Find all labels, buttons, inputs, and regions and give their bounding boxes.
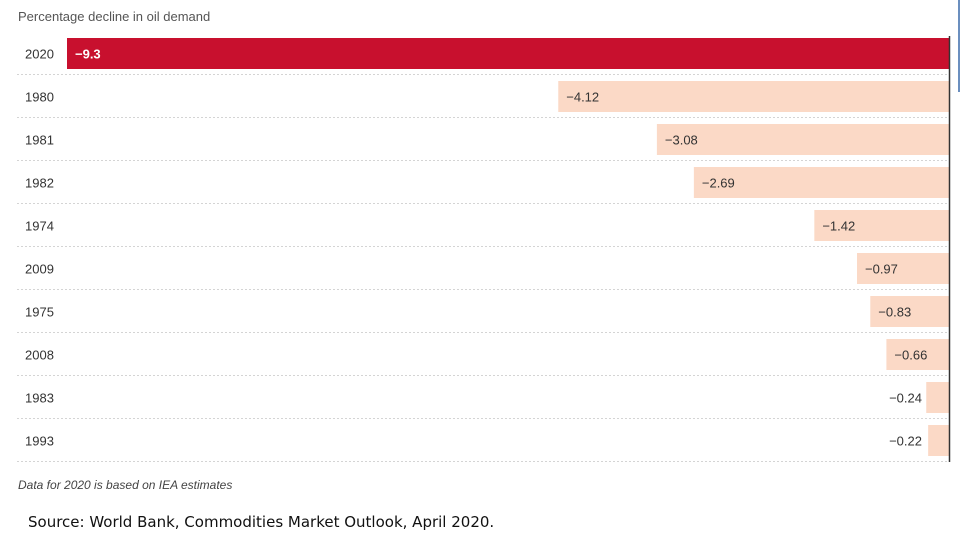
category-label-2009: 2009 xyxy=(25,262,54,277)
bar-1983 xyxy=(926,382,949,413)
bar-2020 xyxy=(67,38,949,69)
value-label-1993: −0.22 xyxy=(889,434,922,449)
chart-source: Source: World Bank, Commodities Market O… xyxy=(28,513,495,531)
value-label-1975: −0.83 xyxy=(878,305,911,320)
category-label-1975: 1975 xyxy=(25,305,54,320)
category-label-1974: 1974 xyxy=(25,219,54,234)
chart-note: Data for 2020 is based on IEA estimates xyxy=(18,478,233,492)
category-label-1980: 1980 xyxy=(25,90,54,105)
scrollbar-thumb[interactable] xyxy=(958,0,960,92)
category-label-1993: 1993 xyxy=(25,434,54,449)
category-label-2008: 2008 xyxy=(25,348,54,363)
category-label-1981: 1981 xyxy=(25,133,54,148)
bar-1980 xyxy=(558,81,949,112)
bar-1993 xyxy=(928,425,949,456)
value-label-1980: −4.12 xyxy=(566,90,599,105)
category-label-1983: 1983 xyxy=(25,391,54,406)
bar-chart: 2020 −9.3 1980 −4.12 1981 −3.08 1982 −2.69 1974 −… xyxy=(17,36,951,462)
category-label-2020: 2020 xyxy=(25,47,54,62)
value-label-2009: −0.97 xyxy=(865,262,898,277)
value-label-2020: −9.3 xyxy=(75,47,101,62)
value-label-1974: −1.42 xyxy=(822,219,855,234)
value-label-2008: −0.66 xyxy=(894,348,927,363)
value-label-1981: −3.08 xyxy=(665,133,698,148)
value-label-1982: −2.69 xyxy=(702,176,735,191)
category-label-1982: 1982 xyxy=(25,176,54,191)
value-label-1983: −0.24 xyxy=(889,391,922,406)
bar-1981 xyxy=(656,124,949,155)
